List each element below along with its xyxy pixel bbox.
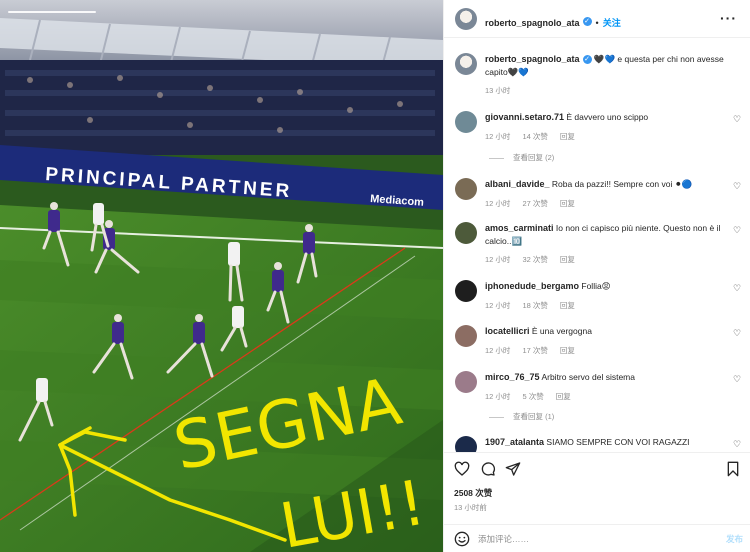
view-replies-button[interactable]: 查看回复 (2) xyxy=(489,152,554,163)
smiley-icon[interactable] xyxy=(454,531,470,547)
comment-time: 12 小时 xyxy=(485,346,511,355)
comment-likes[interactable]: 18 次赞 xyxy=(522,301,547,310)
comment-item: iphonedude_bergamo Follia😡 12 小时 18 次赞 回复 … xyxy=(444,278,750,318)
comment-item: albani_davide_ Roba da pazzi!! Sempre co… xyxy=(444,176,750,216)
bookmark-icon[interactable] xyxy=(725,461,741,477)
follow-button[interactable]: 关注 xyxy=(603,18,621,28)
comment-heart-icon[interactable]: ♡ xyxy=(733,115,742,124)
reply-button[interactable]: 回复 xyxy=(560,346,575,355)
post-photo[interactable]: PRINCIPAL PARTNER Mediacom SEGNA LUI!! xyxy=(0,0,443,552)
comment-likes[interactable]: 5 次赞 xyxy=(522,392,543,401)
comment-time: 12 小时 xyxy=(485,255,511,264)
comment-avatar[interactable] xyxy=(455,325,477,347)
reply-button[interactable]: 回复 xyxy=(556,392,571,401)
comment-username[interactable]: 1907_atalanta xyxy=(485,437,544,447)
comment-heart-icon[interactable]: ♡ xyxy=(733,440,742,449)
reply-button[interactable]: 回复 xyxy=(560,132,575,141)
comment-meta: 12 小时 17 次赞 回复 xyxy=(485,345,587,356)
comment-item: 1907_atalanta SIAMO SEMPRE CON VOI RAGAZ… xyxy=(444,434,750,452)
like-count[interactable]: 2508 次赞 xyxy=(454,487,492,499)
comment-icon[interactable] xyxy=(480,461,496,477)
comment-username[interactable]: iphonedude_bergamo xyxy=(485,281,579,291)
comment-heart-icon[interactable]: ♡ xyxy=(733,226,742,235)
more-options-icon[interactable]: ··· xyxy=(720,10,737,26)
comment-meta: 12 小时 18 次赞 回复 xyxy=(485,300,587,311)
caption-username[interactable]: roberto_spagnolo_ata xyxy=(485,54,580,64)
caption-avatar[interactable] xyxy=(455,53,477,75)
reply-button[interactable]: 回复 xyxy=(560,301,575,310)
comment-meta: 12 小时 27 次赞 回复 xyxy=(485,198,587,209)
photo-image: PRINCIPAL PARTNER Mediacom SEGNA LUI!! xyxy=(0,0,443,552)
comment-input[interactable]: 添加评论…… xyxy=(478,533,529,545)
comment-heart-icon[interactable]: ♡ xyxy=(733,329,742,338)
comment-body: 1907_atalanta SIAMO SEMPRE CON VOI RAGAZ… xyxy=(485,436,725,449)
paper-plane-icon[interactable] xyxy=(505,461,521,477)
comment-text: È una vergogna xyxy=(531,326,592,336)
reply-button[interactable]: 回复 xyxy=(560,255,575,264)
add-comment-bar: 添加评论…… 发布 xyxy=(444,524,750,552)
comment-time: 12 小时 xyxy=(485,199,511,208)
comment-item: amos_carminati Io non ci capisco più nie… xyxy=(444,220,750,270)
post-comment-button[interactable]: 发布 xyxy=(726,533,743,545)
comment-meta: 12 小时 5 次赞 回复 xyxy=(485,391,583,402)
comment-text: Follia😡 xyxy=(581,281,611,291)
comment-username[interactable]: amos_carminati xyxy=(485,223,554,233)
verified-badge-icon: ✓ xyxy=(582,55,592,65)
separator-dot: • xyxy=(595,18,599,28)
comment-meta: 12 小时 32 次赞 回复 xyxy=(485,254,587,265)
comment-heart-icon[interactable]: ♡ xyxy=(733,182,742,191)
comment-meta: 12 小时 14 次赞 回复 xyxy=(485,131,587,142)
author-username[interactable]: roberto_spagnolo_ata xyxy=(485,18,580,28)
comment-item: giovanni.setaro.71 È davvero uno scippo … xyxy=(444,109,750,169)
comment-time: 12 小时 xyxy=(485,132,511,141)
comment-body: iphonedude_bergamo Follia😡 xyxy=(485,280,725,293)
post-header: roberto_spagnolo_ata ✓ • 关注 ··· xyxy=(444,0,750,38)
reply-button[interactable]: 回复 xyxy=(560,199,575,208)
comment-item: mirco_76_75 Arbitro servo del sistema 12… xyxy=(444,369,750,429)
comment-body: locatellicri È una vergogna xyxy=(485,325,725,338)
comment-body: amos_carminati Io non ci capisco più nie… xyxy=(485,222,725,248)
post-side-panel: roberto_spagnolo_ata ✓ • 关注 ··· roberto_spa… xyxy=(443,0,750,552)
comment-body: mirco_76_75 Arbitro servo del sistema xyxy=(485,371,725,384)
comment-likes[interactable]: 32 次赞 xyxy=(522,255,547,264)
comment-text: SIAMO SEMPRE CON VOI RAGAZZI xyxy=(546,437,690,447)
heart-icon[interactable] xyxy=(454,461,470,477)
author-line: roberto_spagnolo_ata ✓ • 关注 xyxy=(485,13,621,31)
comment-likes[interactable]: 17 次赞 xyxy=(522,346,547,355)
comment-username[interactable]: locatellicri xyxy=(485,326,530,336)
comment-likes[interactable]: 14 次赞 xyxy=(522,132,547,141)
comment-avatar[interactable] xyxy=(455,111,477,133)
comment-body: albani_davide_ Roba da pazzi!! Sempre co… xyxy=(485,178,725,191)
comment-avatar[interactable] xyxy=(455,436,477,452)
post-actions: 2508 次赞 13 小时前 xyxy=(444,452,750,524)
comment-username[interactable]: giovanni.setaro.71 xyxy=(485,112,564,122)
verified-badge-icon: ✓ xyxy=(582,17,592,27)
comment-heart-icon[interactable]: ♡ xyxy=(733,375,742,384)
comment-avatar[interactable] xyxy=(455,222,477,244)
comment-avatar[interactable] xyxy=(455,280,477,302)
comment-text: Arbitro servo del sistema xyxy=(541,372,635,382)
banner-brand-text: Mediacom xyxy=(370,193,425,209)
comment-body: giovanni.setaro.71 È davvero uno scippo xyxy=(485,111,725,124)
comment-username[interactable]: mirco_76_75 xyxy=(485,372,540,382)
caption-time: 13 小时 xyxy=(485,86,511,95)
view-replies-button[interactable]: 查看回复 (1) xyxy=(489,411,554,422)
comment-time: 12 小时 xyxy=(485,392,511,401)
post-time: 13 小时前 xyxy=(454,503,487,512)
comment-likes[interactable]: 27 次赞 xyxy=(522,199,547,208)
comment-time: 12 小时 xyxy=(485,301,511,310)
comment-text: Roba da pazzi!! Sempre con voi ⚫🔵 xyxy=(551,179,693,189)
author-avatar[interactable] xyxy=(455,8,477,30)
comment-avatar[interactable] xyxy=(455,178,477,200)
comment-username[interactable]: albani_davide_ xyxy=(485,179,550,189)
caption-body: roberto_spagnolo_ata ✓ 🖤💙 e questa per ch… xyxy=(485,53,735,79)
comment-avatar[interactable] xyxy=(455,371,477,393)
comment-item: locatellicri È una vergogna 12 小时 17 次赞 回复… xyxy=(444,323,750,363)
story-progress-bar xyxy=(8,11,96,13)
comment-heart-icon[interactable]: ♡ xyxy=(733,284,742,293)
comment-text: È davvero uno scippo xyxy=(566,112,649,122)
